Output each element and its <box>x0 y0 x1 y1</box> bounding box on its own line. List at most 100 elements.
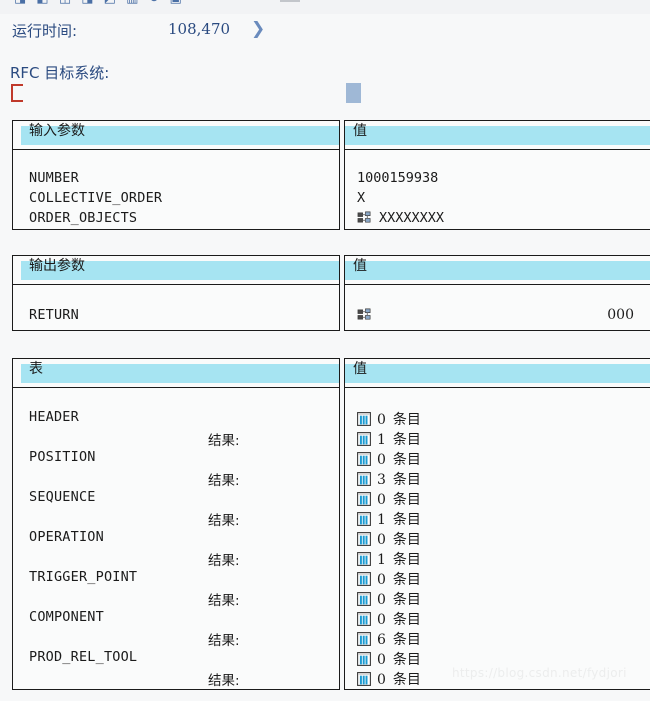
tables-values-header-label: 值 <box>353 361 367 377</box>
table-result-count[interactable]: 3 条目 <box>357 469 421 489</box>
toolbar-chip <box>280 0 300 2</box>
entry-count-unit: 条目 <box>392 672 421 688</box>
input-parameter-value[interactable]: XXXXXXXX <box>357 210 444 226</box>
table-icon <box>357 472 371 486</box>
table-row-count[interactable]: 0 条目 <box>357 449 421 469</box>
input-parameter-name: ORDER_OBJECTS <box>29 210 138 226</box>
chevron-right-icon[interactable]: ❯ <box>251 19 265 39</box>
tables-name-column: 表 HEADER 结果: POSITION 结果: SEQUENCE 结果: OPERATI… <box>12 358 340 690</box>
structure-icon <box>357 308 371 320</box>
table-result-count[interactable]: 1 条目 <box>357 429 421 449</box>
input-parameter-value-text: XXXXXXXX <box>379 210 445 226</box>
table-parameter-name: POSITION <box>29 449 96 465</box>
input-values-header-band <box>345 126 650 145</box>
entry-count-unit: 条目 <box>392 552 421 568</box>
output-parameters-name-rows: RETURN <box>13 285 339 330</box>
toolbar-strip: ◨ ◧ ◫ ◨ ◩ ▥ ↻ ▣ <box>0 0 650 14</box>
table-icon <box>357 552 371 566</box>
rfc-target-system-label: RFC 目标系统: <box>10 64 110 82</box>
output-parameters-name-column: 输出参数 RETURN <box>12 255 340 331</box>
tables-values-header-band <box>345 364 650 383</box>
entry-count-value: 0 <box>377 652 386 668</box>
entry-count-value: 3 <box>377 472 386 488</box>
input-parameter-value[interactable]: 1000159938 <box>357 170 438 186</box>
entry-count-unit: 条目 <box>392 512 421 528</box>
table-parameter-name: OPERATION <box>29 529 104 545</box>
output-values-header-band <box>345 261 650 280</box>
toolbar-icon-row[interactable]: ◨ ◧ ◫ ◨ ◩ ▥ ↻ ▣ <box>14 0 185 6</box>
table-result-label: 结果: <box>208 633 240 649</box>
table-icon <box>357 592 371 606</box>
output-parameters-value-rows: 000 <box>345 285 650 330</box>
tables-header-label: 表 <box>29 361 43 377</box>
tables-value-rows: 0 条目 1 条目 0 条目 3 条目 0 条目 1 条目 0 条目 1 条目 0 条目 0 条目 0 条目 6 条目 0 条目 0… <box>345 388 650 689</box>
table-result-label: 结果: <box>208 593 240 609</box>
output-values-header-label: 值 <box>353 258 367 274</box>
input-parameter-value[interactable]: X <box>357 190 365 206</box>
table-row-count[interactable]: 0 条目 <box>357 649 421 669</box>
output-parameters-value-column: 值 000 <box>344 255 650 331</box>
table-icon <box>357 452 371 466</box>
table-result-count[interactable]: 6 条目 <box>357 629 421 649</box>
entry-count-value: 1 <box>377 512 386 528</box>
input-parameter-name: NUMBER <box>29 170 79 186</box>
table-row-count[interactable]: 0 条目 <box>357 529 421 549</box>
table-row-count[interactable]: 0 条目 <box>357 409 421 429</box>
entry-count-value: 0 <box>377 572 386 588</box>
table-result-count[interactable]: 1 条目 <box>357 549 421 569</box>
input-parameter-name: COLLECTIVE_ORDER <box>29 190 163 206</box>
entry-count-value: 0 <box>377 612 386 628</box>
table-icon <box>357 652 371 666</box>
table-row-count[interactable]: 0 条目 <box>357 569 421 589</box>
entry-count-value: 1 <box>377 552 386 568</box>
table-icon <box>357 572 371 586</box>
entry-count-unit: 条目 <box>392 572 421 588</box>
entry-count-unit: 条目 <box>392 412 421 428</box>
sap-function-module-test-screen: ◨ ◧ ◫ ◨ ◩ ▥ ↻ ▣ 运行时间: 108,470 ❯ RFC 目标系统… <box>0 0 650 701</box>
entry-count-value: 0 <box>377 592 386 608</box>
table-result-label: 结果: <box>208 553 240 569</box>
table-row-count[interactable]: 0 条目 <box>357 609 421 629</box>
rfc-target-system-input-marker[interactable] <box>11 84 23 102</box>
table-icon <box>357 432 371 446</box>
entry-count-unit: 条目 <box>392 532 421 548</box>
output-parameter-icon-wrap[interactable] <box>357 307 372 323</box>
entry-count-value: 1 <box>377 432 386 448</box>
table-row-count[interactable]: 0 条目 <box>357 489 421 509</box>
table-result-label: 结果: <box>208 433 240 449</box>
runtime-value: 108,470 <box>168 20 231 38</box>
runtime-label: 运行时间: <box>12 22 78 40</box>
input-parameter-value-text: 1000159938 <box>357 170 439 186</box>
entry-count-unit: 条目 <box>392 492 421 508</box>
table-result-count[interactable]: 0 条目 <box>357 589 421 609</box>
entry-count-value: 0 <box>377 492 386 508</box>
table-icon <box>357 632 371 646</box>
entry-count-value: 6 <box>377 632 386 648</box>
entry-count-value: 0 <box>377 532 386 548</box>
table-result-label: 结果: <box>208 673 240 689</box>
output-parameter-value: 000 <box>607 307 634 323</box>
entry-count-unit: 条目 <box>392 652 421 668</box>
input-parameters-header-label: 输入参数 <box>29 123 85 139</box>
input-parameters-section: 输入参数 NUMBER COLLECTIVE_ORDER ORDER_OBJECTS… <box>12 120 650 230</box>
entry-count-unit: 条目 <box>392 432 421 448</box>
table-result-count[interactable]: 0 条目 <box>357 669 421 689</box>
table-icon <box>357 672 371 686</box>
input-parameters-value-rows: 1000159938 X XXXXXXXX <box>345 150 650 229</box>
table-icon <box>357 412 371 426</box>
tables-name-rows: HEADER 结果: POSITION 结果: SEQUENCE 结果: OPERATION… <box>13 388 339 689</box>
rfc-field-indicator-box[interactable] <box>346 83 361 103</box>
runtime-row: 运行时间: 108,470 ❯ <box>0 19 650 50</box>
input-parameters-name-rows: NUMBER COLLECTIVE_ORDER ORDER_OBJECTS <box>13 150 339 229</box>
tables-section: 表 HEADER 结果: POSITION 结果: SEQUENCE 结果: OPERATI… <box>12 358 650 690</box>
tables-value-column: 值 0 条目 1 条目 0 条目 3 条目 0 条目 1 条目 0 条目 1 条目 0 条目 0 条目 0 条目 6 条目 0 条… <box>344 358 650 690</box>
entry-count-value: 0 <box>377 412 386 428</box>
entry-count-value: 0 <box>377 452 386 468</box>
table-result-count[interactable]: 1 条目 <box>357 509 421 529</box>
table-parameter-name: HEADER <box>29 409 79 425</box>
table-result-label: 结果: <box>208 473 240 489</box>
table-icon <box>357 492 371 506</box>
table-parameter-name: SEQUENCE <box>29 489 96 505</box>
entry-count-value: 0 <box>377 672 386 688</box>
table-result-label: 结果: <box>208 513 240 529</box>
